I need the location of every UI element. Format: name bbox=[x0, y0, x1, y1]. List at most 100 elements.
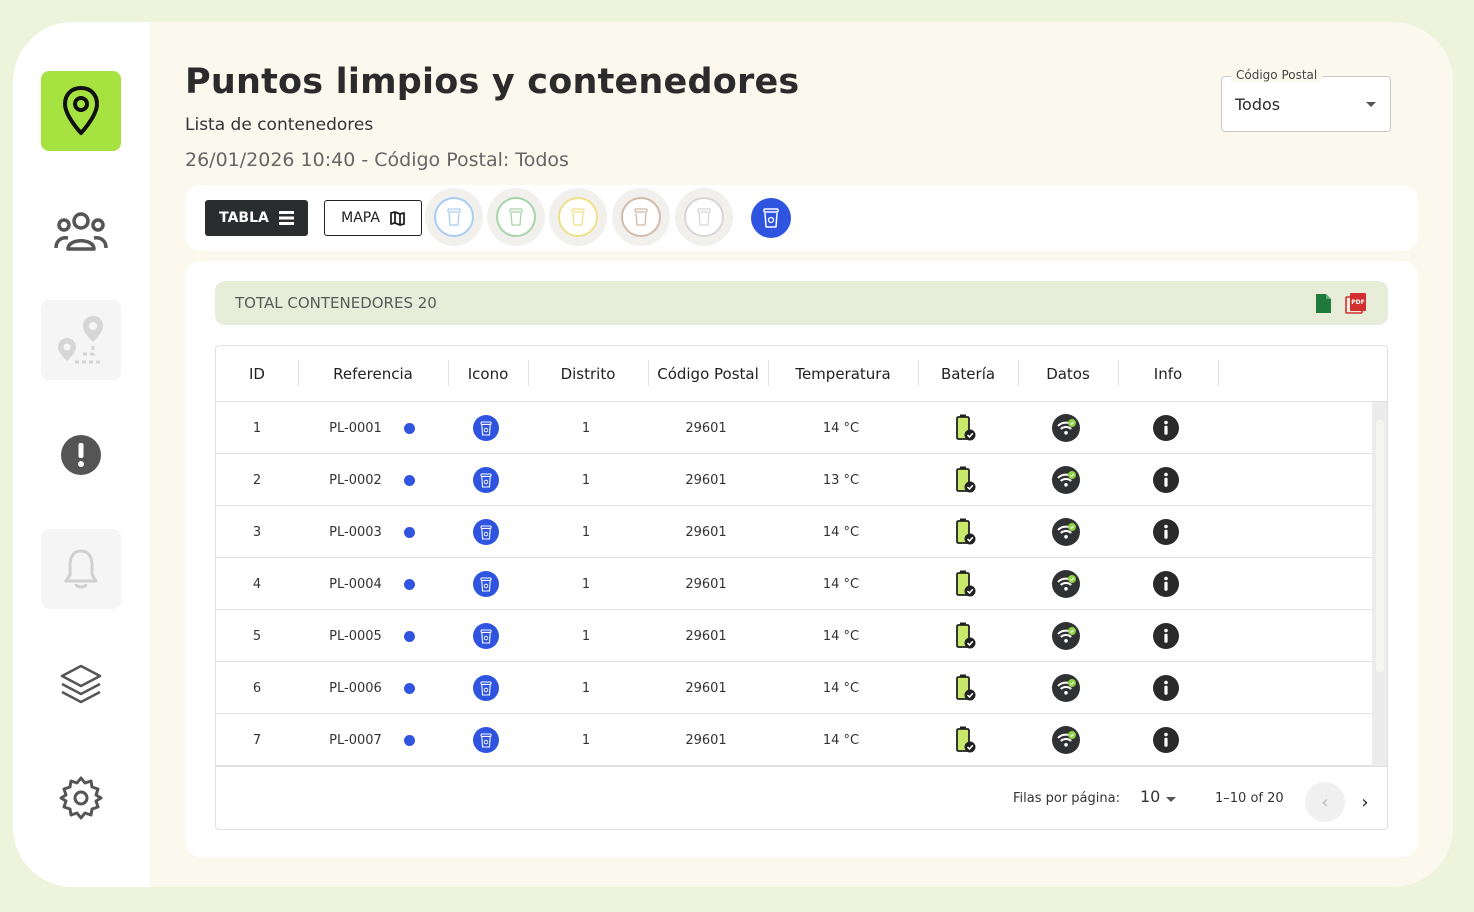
map-icon bbox=[389, 210, 405, 226]
table-header: ID Referencia Icono Distrito Código Postal Te… bbox=[216, 346, 1387, 402]
bin-icon bbox=[509, 208, 523, 226]
table-scrollbar-thumb[interactable] bbox=[1376, 420, 1384, 672]
cell-district: 1 bbox=[581, 732, 591, 748]
column-header[interactable]: Código Postal bbox=[648, 346, 768, 402]
bin-icon bbox=[697, 208, 711, 226]
table-row[interactable]: 4 PL-0004 1 29601 14 °C bbox=[216, 558, 1372, 610]
total-summary-bar: TOTAL CONTENEDORES 20 PDF bbox=[215, 281, 1388, 325]
table-row[interactable]: 5 PL-0005 1 29601 14 °C bbox=[216, 610, 1372, 662]
info-button[interactable] bbox=[1118, 402, 1214, 454]
map-view-label: MAPA bbox=[341, 210, 380, 226]
pdf-export-icon[interactable]: PDF bbox=[1345, 292, 1367, 314]
column-header[interactable]: Info bbox=[1118, 346, 1218, 402]
status-dot bbox=[401, 506, 417, 558]
column-header[interactable]: Referencia bbox=[298, 346, 448, 402]
info-button[interactable] bbox=[1118, 506, 1214, 558]
chevron-down-icon[interactable] bbox=[1166, 797, 1176, 802]
wifi-connected-icon bbox=[1052, 570, 1080, 598]
info-button[interactable] bbox=[1118, 610, 1214, 662]
bin-icon bbox=[571, 208, 585, 226]
info-button[interactable] bbox=[1118, 558, 1214, 610]
cell-district: 1 bbox=[581, 420, 591, 436]
recycle-bin-icon bbox=[480, 420, 492, 436]
column-header[interactable]: Icono bbox=[448, 346, 528, 402]
status-dot bbox=[401, 662, 417, 714]
filter-all-bins-button[interactable] bbox=[751, 198, 791, 238]
excel-export-icon[interactable] bbox=[1315, 293, 1332, 314]
cell-postal-code: 29601 bbox=[685, 524, 727, 540]
chevron-left-icon: ‹ bbox=[1321, 791, 1329, 813]
postal-code-select[interactable]: Código Postal Todos bbox=[1221, 68, 1391, 132]
filter-grey-bin-button[interactable] bbox=[675, 188, 733, 246]
cell-postal-code: 29601 bbox=[685, 680, 727, 696]
filter-green-bin-button[interactable] bbox=[487, 188, 545, 246]
status-dot bbox=[401, 558, 417, 610]
cell-reference: PL-0005 bbox=[329, 628, 382, 644]
bin-icon bbox=[447, 208, 461, 226]
layers-icon bbox=[60, 664, 102, 704]
svg-text:PDF: PDF bbox=[1351, 299, 1364, 306]
recycle-bin-icon bbox=[480, 524, 492, 540]
container-type-icon bbox=[473, 623, 499, 649]
table-row[interactable]: 7 PL-0007 1 29601 14 °C bbox=[216, 714, 1372, 766]
next-page-button[interactable]: › bbox=[1345, 782, 1385, 822]
rows-per-page-select[interactable]: 10 bbox=[1140, 787, 1160, 806]
cell-temperature: 14 °C bbox=[822, 628, 860, 644]
route-map-icon bbox=[58, 316, 103, 364]
container-type-icon bbox=[473, 727, 499, 753]
cell-temperature: 14 °C bbox=[822, 576, 860, 592]
table-row[interactable]: 3 PL-0003 1 29601 14 °C bbox=[216, 506, 1372, 558]
nav-alerts[interactable] bbox=[41, 415, 121, 495]
previous-page-button[interactable]: ‹ bbox=[1305, 782, 1345, 822]
cell-reference: PL-0002 bbox=[329, 472, 382, 488]
info-button[interactable] bbox=[1118, 662, 1214, 714]
info-button[interactable] bbox=[1118, 454, 1214, 506]
main-content: Puntos limpios y contenedores Lista de c… bbox=[150, 22, 1453, 887]
column-header[interactable]: Datos bbox=[1018, 346, 1118, 402]
recycle-bin-icon bbox=[480, 680, 492, 696]
nav-users[interactable] bbox=[41, 191, 121, 271]
cell-temperature: 13 °C bbox=[822, 472, 860, 488]
nav-settings[interactable] bbox=[41, 758, 121, 838]
info-button[interactable] bbox=[1118, 714, 1214, 766]
map-view-button[interactable]: MAPA bbox=[324, 200, 422, 236]
cell-id: 5 bbox=[252, 628, 262, 644]
cell-icon bbox=[448, 402, 524, 454]
cell-district: 1 bbox=[581, 472, 591, 488]
filter-brown-bin-ring bbox=[621, 197, 661, 237]
filter-brown-bin-button[interactable] bbox=[612, 188, 670, 246]
cell-temperature: 14 °C bbox=[822, 680, 860, 696]
nav-layers[interactable] bbox=[41, 644, 121, 724]
cell-reference: PL-0001 bbox=[329, 420, 382, 436]
app-window: Puntos limpios y contenedores Lista de c… bbox=[13, 22, 1453, 887]
status-dot-indicator bbox=[403, 422, 415, 434]
table-row[interactable]: 1 PL-0001 1 29601 14 °C bbox=[216, 402, 1372, 454]
sidebar bbox=[13, 22, 150, 887]
page-title: Puntos limpios y contenedores bbox=[185, 62, 800, 102]
table-row[interactable]: 6 PL-0006 1 29601 14 °C bbox=[216, 662, 1372, 714]
table-view-button[interactable]: TABLA bbox=[205, 200, 308, 236]
filter-blue-bin-button[interactable] bbox=[425, 188, 483, 246]
table-view-label: TABLA bbox=[219, 210, 269, 226]
table-row[interactable]: 2 PL-0002 1 29601 13 °C bbox=[216, 454, 1372, 506]
wifi-connected-icon bbox=[1052, 518, 1080, 546]
column-header[interactable]: Batería bbox=[918, 346, 1018, 402]
filter-green-bin-ring bbox=[496, 197, 536, 237]
filter-yellow-bin-button[interactable] bbox=[549, 188, 607, 246]
nav-routes[interactable] bbox=[41, 300, 121, 380]
column-header[interactable]: Distrito bbox=[528, 346, 648, 402]
battery-ok-icon bbox=[956, 518, 976, 545]
info-icon bbox=[1153, 415, 1179, 441]
cell-district: 1 bbox=[581, 576, 591, 592]
cell-battery bbox=[918, 402, 1014, 454]
cell-id: 1 bbox=[252, 420, 262, 436]
container-type-icon bbox=[473, 519, 499, 545]
container-type-icon bbox=[473, 467, 499, 493]
nav-containers[interactable] bbox=[41, 71, 121, 151]
nav-notifications[interactable] bbox=[41, 529, 121, 609]
column-separator[interactable] bbox=[1218, 360, 1219, 386]
table-scrollbar[interactable] bbox=[1372, 402, 1387, 766]
column-header[interactable]: ID bbox=[216, 346, 298, 402]
column-header[interactable]: Temperatura bbox=[768, 346, 918, 402]
cell-postal-code: 29601 bbox=[685, 472, 727, 488]
